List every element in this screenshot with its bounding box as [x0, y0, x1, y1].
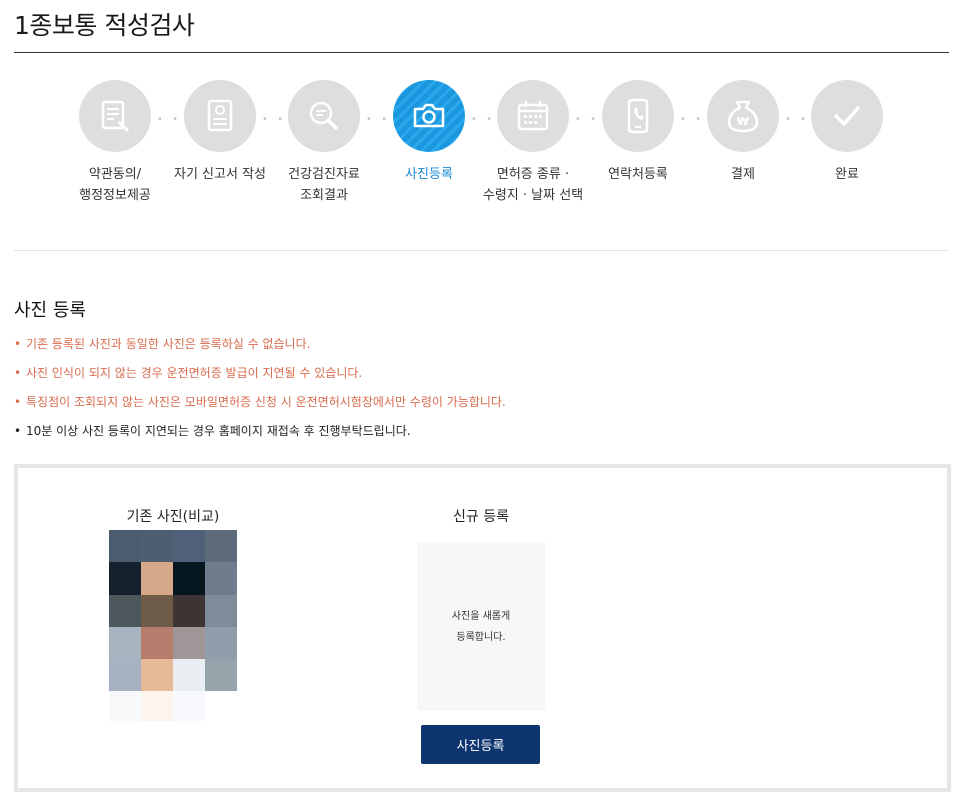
- step-terms: 약관동의/ 행정정보제공: [55, 80, 175, 206]
- photo-pixel: [109, 627, 141, 659]
- photo-pixel: [173, 530, 205, 562]
- photo-pixel: [173, 562, 205, 595]
- step-license-type: 면허증 종류 · 수령지 · 날짜 선택: [473, 80, 593, 206]
- photo-pixel: [205, 530, 237, 562]
- photo-pixel: [173, 627, 205, 659]
- photo-pixel: [205, 627, 237, 659]
- new-photo-placeholder: 사진을 새롭게 등록합니다.: [451, 610, 511, 643]
- photo-pixel: [109, 659, 141, 691]
- check-icon: [811, 80, 883, 152]
- magnifier-icon: [288, 80, 360, 152]
- old-photo-image: [109, 530, 237, 691]
- notice-item: 사진 인식이 되지 않는 경우 운전면허증 발급이 지연될 수 있습니다.: [14, 359, 506, 388]
- progress-steps: 약관동의/ 행정정보제공 • • 자기 신고서 작성 • • 건강검진자료 조회…: [0, 80, 961, 240]
- photo-pixel: [141, 627, 173, 659]
- photo-register-panel: 기존 사진(비교) 신규 등록 사진을 새롭게 등록합니다. 사진등록: [14, 464, 951, 792]
- photo-pixel: [109, 595, 141, 627]
- id-card-icon: [184, 80, 256, 152]
- photo-pixel: [141, 691, 173, 721]
- step-label: 연락처등록: [608, 167, 668, 182]
- photo-pixel: [141, 595, 173, 627]
- step-label: 완료: [835, 167, 859, 182]
- photo-pixel: [141, 659, 173, 691]
- step-label: 면허증 종류 · 수령지 · 날짜 선택: [482, 167, 584, 203]
- photo-pixel: [205, 691, 237, 721]
- photo-pixel: [205, 595, 237, 627]
- step-health-check: 건강검진자료 조회결과: [264, 80, 384, 206]
- photo-pixel: [173, 595, 205, 627]
- step-complete: 완료: [787, 80, 907, 185]
- photo-pixel: [109, 530, 141, 562]
- old-photo-fade: [109, 691, 237, 721]
- title-divider: [14, 52, 949, 53]
- svg-text:₩: ₩: [737, 115, 749, 128]
- page-title: 1종보통 적성검사: [14, 11, 195, 40]
- photo-pixel: [173, 659, 205, 691]
- photo-pixel: [109, 691, 141, 721]
- photo-pixel: [141, 530, 173, 562]
- photo-pixel: [173, 691, 205, 721]
- step-self-report: 자기 신고서 작성: [160, 80, 280, 185]
- notice-item: 기존 등록된 사진과 동일한 사진은 등록하실 수 없습니다.: [14, 330, 506, 359]
- step-contact: 연락처등록: [578, 80, 698, 185]
- step-label: 사진등록: [405, 167, 453, 182]
- won-bag-icon: ₩: [707, 80, 779, 152]
- notice-item: 특징점이 조회되지 않는 사진은 모바일면허증 신청 시 운전면허시험장에서만 …: [14, 388, 506, 417]
- document-pen-icon: [79, 80, 151, 152]
- photo-pixel: [205, 562, 237, 595]
- step-photo: 사진등록: [369, 80, 489, 185]
- camera-icon: [393, 80, 465, 152]
- step-label: 건강검진자료 조회결과: [288, 167, 360, 203]
- step-label: 약관동의/ 행정정보제공: [79, 167, 151, 203]
- old-photo-title: 기존 사진(비교): [126, 509, 220, 525]
- step-label: 자기 신고서 작성: [174, 167, 266, 182]
- calendar-icon: [497, 80, 569, 152]
- register-photo-button[interactable]: 사진등록: [421, 725, 540, 764]
- photo-pixel: [205, 659, 237, 691]
- step-label: 결제: [731, 167, 755, 182]
- phone-icon: [602, 80, 674, 152]
- photo-pixel: [109, 562, 141, 595]
- section-title: 사진 등록: [14, 300, 86, 321]
- new-photo-title: 신규 등록: [453, 509, 509, 525]
- section-divider: [14, 250, 949, 251]
- photo-pixel: [141, 562, 173, 595]
- notice-list: 기존 등록된 사진과 동일한 사진은 등록하실 수 없습니다. 사진 인식이 되…: [14, 330, 506, 446]
- notice-item: 10분 이상 사진 등록이 지연되는 경우 홈페이지 재접속 후 진행부탁드립니…: [14, 417, 506, 446]
- new-photo-slot[interactable]: 사진을 새롭게 등록합니다.: [417, 542, 545, 711]
- step-payment: ₩ 결제: [683, 80, 803, 185]
